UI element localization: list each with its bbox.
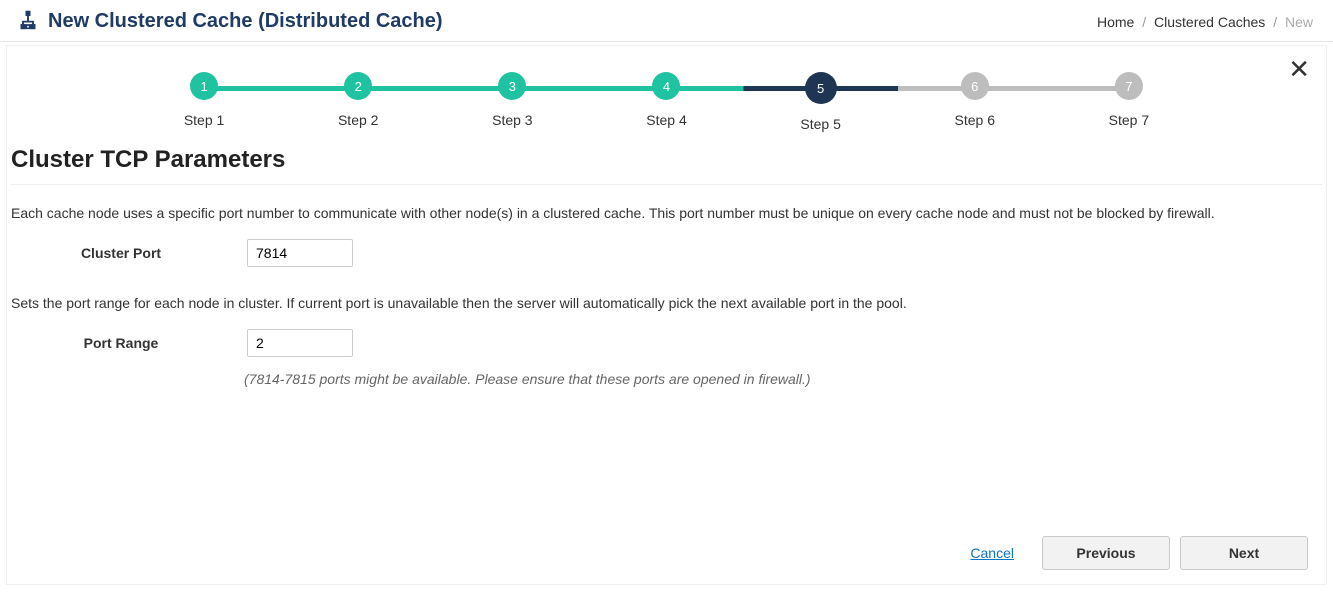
divider (11, 184, 1322, 185)
step-connector (666, 86, 820, 91)
stepper: 1 Step 1 2 Step 2 3 Step 3 4 Step 4 5 Step 5 6 Step… (7, 46, 1326, 142)
step-circle: 3 (498, 72, 526, 100)
cluster-port-label: Cluster Port (11, 245, 231, 261)
breadcrumb-current: New (1285, 14, 1313, 30)
step-circle: 7 (1115, 72, 1143, 100)
step-label: Step 5 (800, 116, 840, 132)
page-title: New Clustered Cache (Distributed Cache) (48, 10, 443, 33)
step-label: Step 7 (1109, 112, 1149, 128)
port-range-description: Sets the port range for each node in clu… (7, 277, 1326, 329)
step-circle: 5 (805, 72, 837, 104)
breadcrumb-sep: / (1269, 14, 1281, 30)
step-circle: 2 (344, 72, 372, 100)
step-5[interactable]: 5 Step 5 (744, 72, 898, 132)
step-label: Step 4 (646, 112, 686, 128)
step-connector (512, 86, 666, 91)
step-7[interactable]: 7 Step 7 (1052, 72, 1206, 128)
step-circle: 4 (652, 72, 680, 100)
nav-button-group: Previous Next (1042, 536, 1308, 570)
step-label: Step 2 (338, 112, 378, 128)
step-connector (821, 86, 975, 91)
step-6[interactable]: 6 Step 6 (898, 72, 1052, 128)
sitemap-icon (18, 10, 38, 33)
header-left: New Clustered Cache (Distributed Cache) (18, 10, 443, 33)
wizard-container: ✕ 1Step 12Step 23Step 34Step 45Step 56St… (6, 45, 1327, 585)
step-label: Step 3 (492, 112, 532, 128)
step-2[interactable]: 2 Step 2 (281, 72, 435, 128)
step-4[interactable]: 4 Step 4 (589, 72, 743, 128)
port-range-hint: (7814-7815 ports might be available. Ple… (7, 367, 1326, 387)
step-label: Step 1 (184, 112, 224, 128)
header-bar: New Clustered Cache (Distributed Cache) … (0, 0, 1333, 42)
port-range-row: Port Range (7, 329, 1326, 367)
cluster-port-description: Each cache node uses a specific port num… (7, 205, 1326, 239)
footer: Cancel Previous Next (970, 536, 1308, 570)
port-range-label: Port Range (11, 335, 231, 351)
cluster-port-input[interactable] (247, 239, 353, 267)
step-3[interactable]: 3 Step 3 (435, 72, 589, 128)
step-connector (358, 86, 512, 91)
cancel-link[interactable]: Cancel (970, 545, 1014, 561)
breadcrumb-clustered-caches[interactable]: Clustered Caches (1154, 14, 1265, 30)
step-1[interactable]: 1 Step 1 (127, 72, 281, 128)
step-circle: 1 (190, 72, 218, 100)
cluster-port-row: Cluster Port (7, 239, 1326, 277)
breadcrumb-sep: / (1138, 14, 1150, 30)
step-connector (975, 86, 1129, 91)
step-connector (204, 86, 358, 91)
next-button[interactable]: Next (1180, 536, 1308, 570)
step-label: Step 6 (955, 112, 995, 128)
previous-button[interactable]: Previous (1042, 536, 1170, 570)
step-circle: 6 (961, 72, 989, 100)
breadcrumb: Home / Clustered Caches / New (1097, 14, 1313, 30)
port-range-input[interactable] (247, 329, 353, 357)
section-title: Cluster TCP Parameters (7, 142, 1326, 184)
breadcrumb-home[interactable]: Home (1097, 14, 1134, 30)
